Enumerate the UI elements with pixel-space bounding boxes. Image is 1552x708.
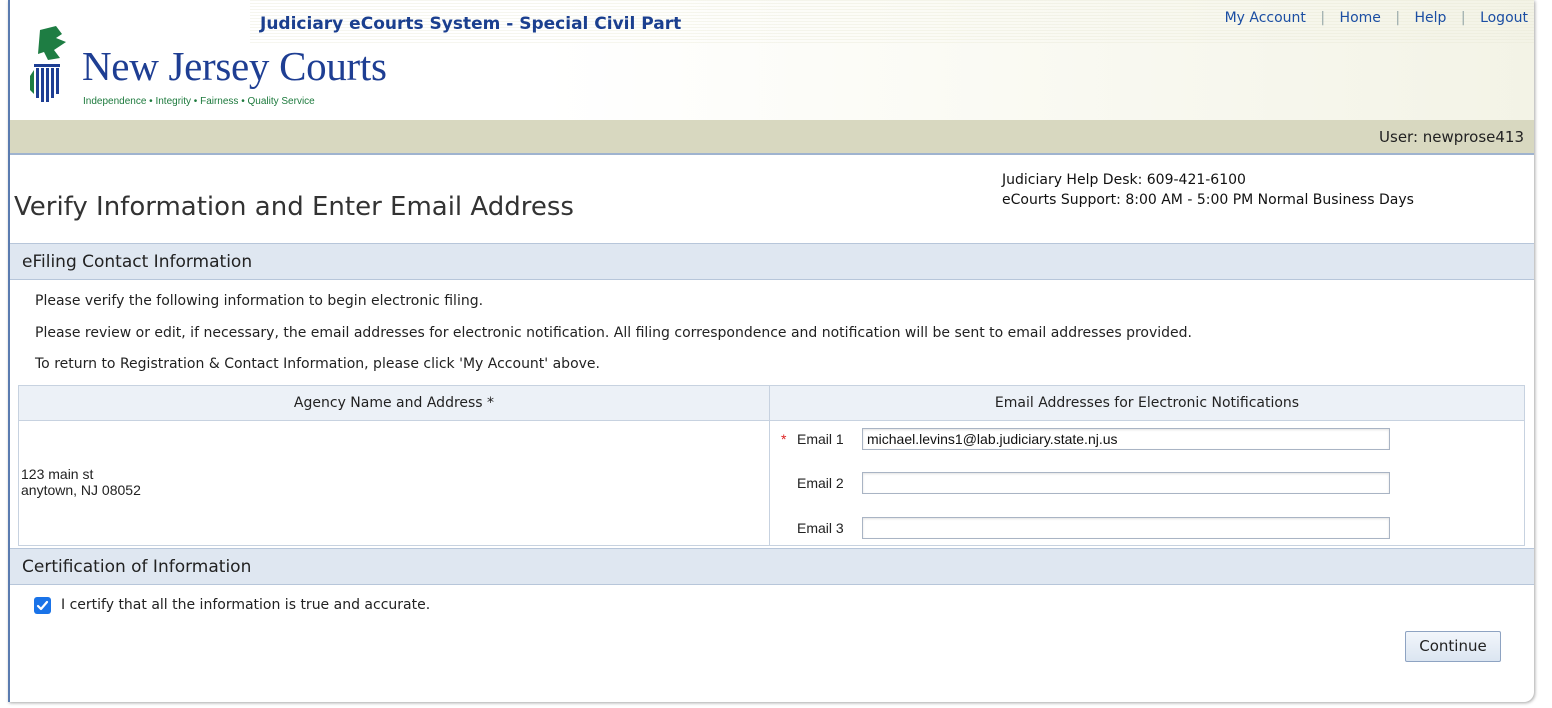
logo-tagline: Independence • Integrity • Fairness • Qu… [83,96,315,107]
nav-home-link[interactable]: Home [1340,10,1381,26]
nj-courts-logo[interactable]: New Jersey Courts Independence • Integri… [26,24,387,118]
user-bar: User: newprose413 [10,120,1534,155]
contact-section-header: eFiling Contact Information [10,243,1534,280]
column-divider [769,420,770,546]
instruction-text: To return to Registration & Contact Info… [35,356,600,372]
email-1-label: Email 1 [797,431,844,447]
checkmark-icon [36,600,49,611]
continue-button[interactable]: Continue [1405,631,1501,662]
nav-logout-link[interactable]: Logout [1480,10,1528,26]
email-2-label: Email 2 [797,475,844,491]
email-1-input[interactable] [862,428,1390,450]
helpdesk-phone: Judiciary Help Desk: 609-421-6100 [1002,172,1246,188]
nav-my-account-link[interactable]: My Account [1225,10,1306,26]
contact-table: Agency Name and Address * Email Addresse… [18,385,1525,546]
email-column-header: Email Addresses for Electronic Notificat… [770,386,1524,421]
certification-section-title: Certification of Information [22,557,252,577]
contact-section-title: eFiling Contact Information [22,252,253,272]
agency-column-header: Agency Name and Address * [19,386,770,421]
required-marker: * [781,431,787,447]
support-hours: eCourts Support: 8:00 AM - 5:00 PM Norma… [1002,192,1414,208]
instruction-text: Please verify the following information … [35,293,484,309]
certify-checkbox-label[interactable]: I certify that all the information is tr… [61,597,430,613]
current-user-label: User: newprose413 [1379,128,1524,146]
agency-address: 123 main st anytown, NJ 08052 [21,466,141,498]
nav-separator: | [1395,10,1401,26]
email-3-input[interactable] [862,517,1390,539]
email-2-input[interactable] [862,472,1390,494]
nav-help-link[interactable]: Help [1415,10,1447,26]
email-3-label: Email 3 [797,520,844,536]
certify-checkbox[interactable] [34,597,51,614]
nav-separator: | [1320,10,1326,26]
nav-separator: | [1460,10,1466,26]
address-line: 123 main st [21,466,94,482]
instruction-text: Please review or edit, if necessary, the… [35,325,1193,341]
app-frame: Judiciary eCourts System - Special Civil… [8,0,1534,702]
certification-section-header: Certification of Information [10,548,1534,585]
top-navigation: My Account | Home | Help | Logout [1225,10,1528,26]
page-title: Verify Information and Enter Email Addre… [14,192,574,222]
logo-title: New Jersey Courts [82,43,387,89]
helpdesk-info: Judiciary Help Desk: 609-421-6100 eCourt… [1002,170,1414,210]
nj-state-emblem-icon [30,26,66,102]
site-header: Judiciary eCourts System - Special Civil… [10,0,1534,120]
address-line: anytown, NJ 08052 [21,482,141,498]
